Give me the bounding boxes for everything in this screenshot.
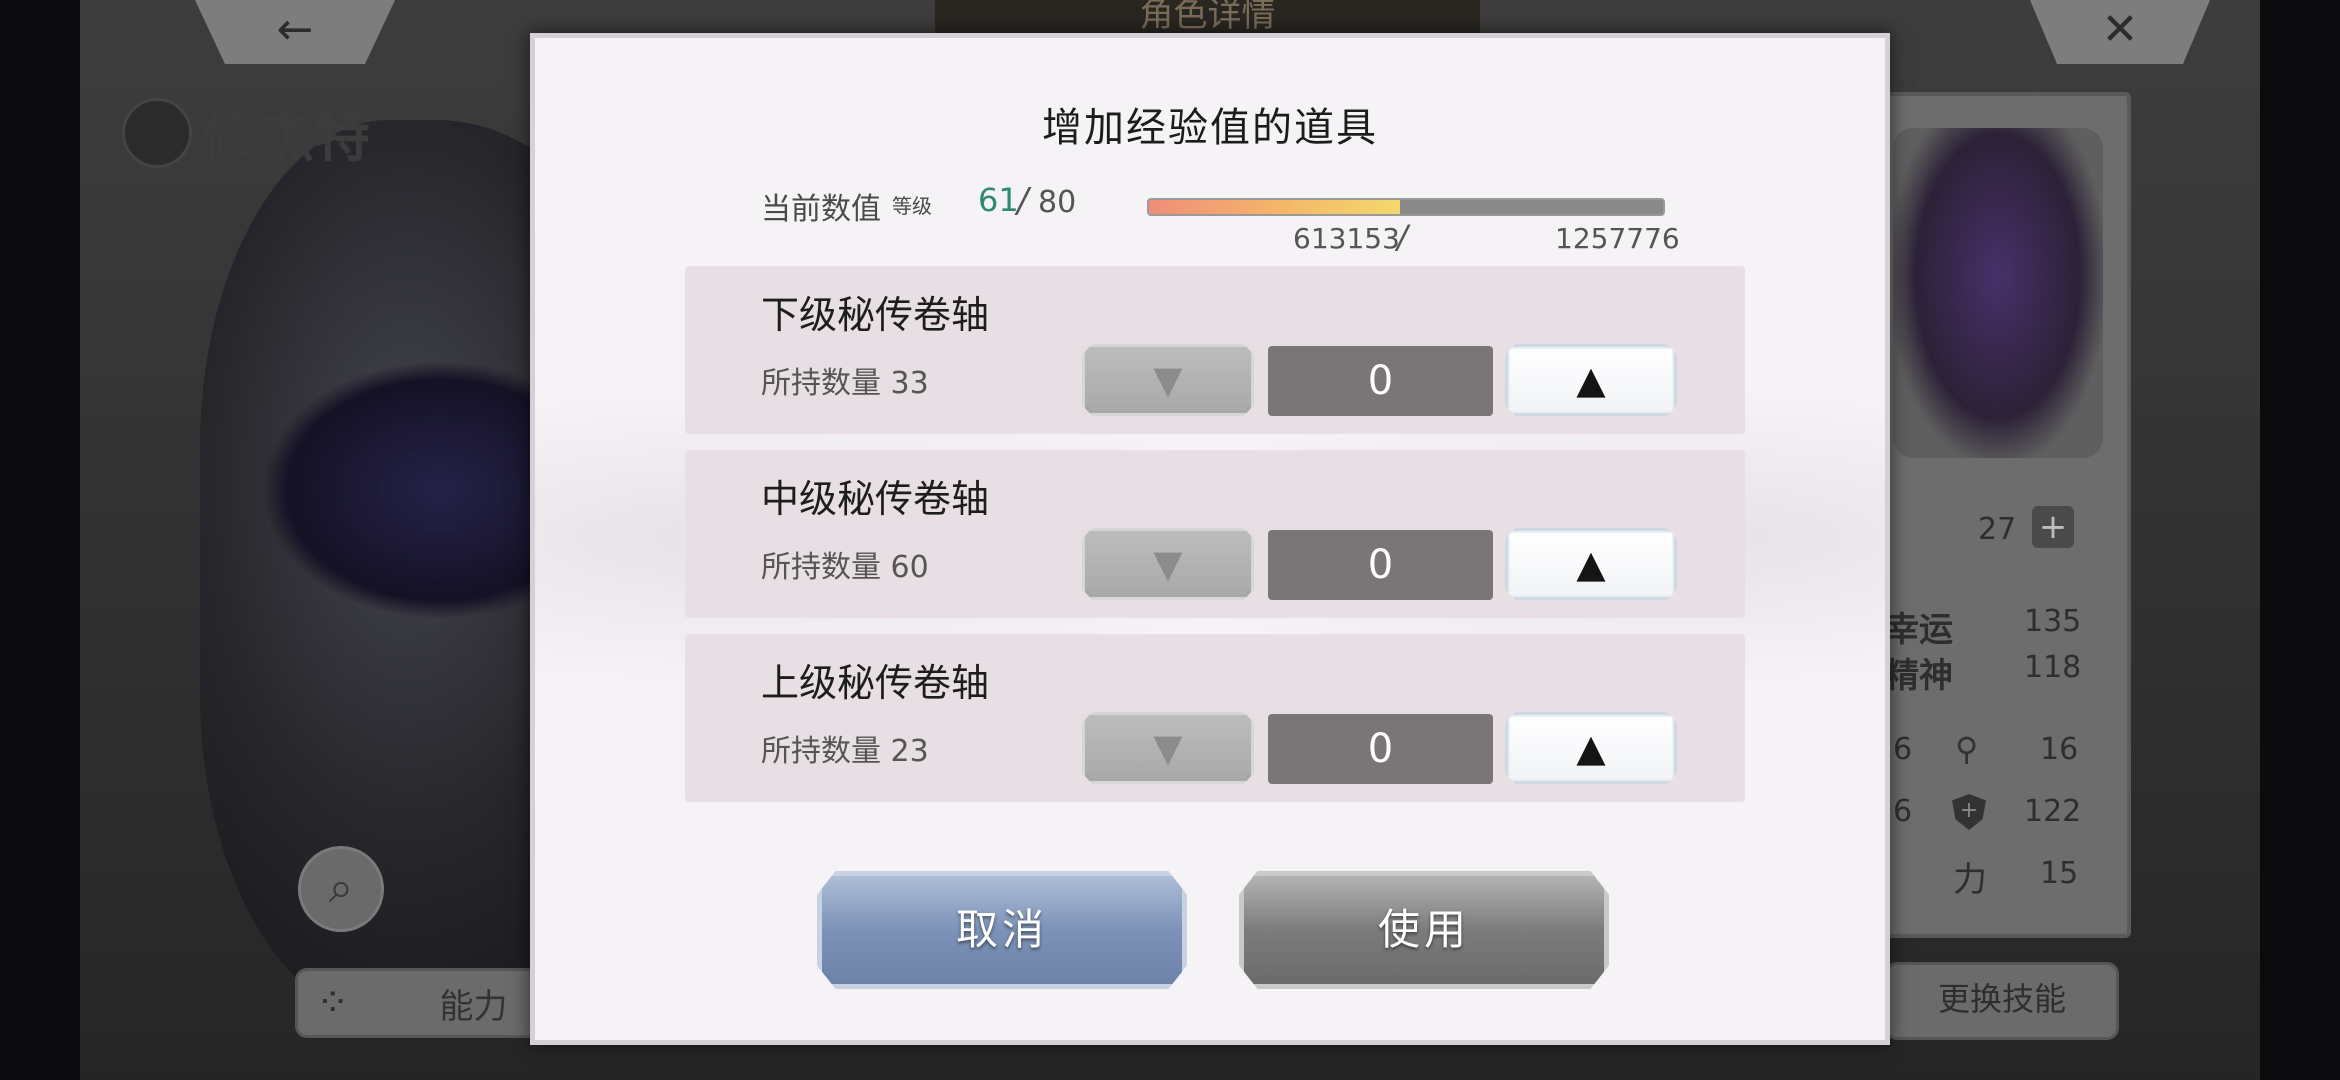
stat-left-value: 6 <box>1893 732 1913 767</box>
arrow-up-icon: ▲ <box>1576 542 1606 586</box>
change-skill-button[interactable]: 更换技能 <box>1885 962 2119 1040</box>
use-button[interactable]: 使用 <box>1239 871 1609 989</box>
level-label: 等级 <box>892 194 932 218</box>
increase-button[interactable]: ▲ <box>1505 528 1677 600</box>
item-owned-count: 所持数量 23 <box>761 734 929 769</box>
arrow-down-icon: ▼ <box>1153 726 1183 770</box>
item-name: 下级秘传卷轴 <box>761 293 990 337</box>
exp-max: 1257776 <box>1555 222 1680 255</box>
item-row-middle-scroll: 中级秘传卷轴 所持数量 60 ▼ 0 ▲ <box>685 450 1745 618</box>
ability-tab-label: 能力 <box>439 986 508 1027</box>
current-value-label: 当前数值 <box>761 192 881 227</box>
level-separator: / <box>1017 181 1029 221</box>
stat-left-value: 6 <box>1893 794 1913 829</box>
element-icon <box>122 97 192 168</box>
grid-icon: ⁘ <box>316 980 350 1026</box>
stat-value: 16 <box>2040 732 2079 767</box>
character-name: 修杰特 <box>202 105 370 170</box>
exp-separator: / <box>1397 218 1408 256</box>
cancel-button[interactable]: 取消 <box>817 871 1187 989</box>
item-name: 中级秘传卷轴 <box>761 477 990 521</box>
stat-value: 122 <box>2024 794 2082 829</box>
search-icon: ⌕ <box>328 862 354 913</box>
search-button[interactable]: ⌕ <box>298 846 384 932</box>
arrow-left-icon: ← <box>276 4 314 55</box>
exp-progress-fill <box>1149 200 1400 214</box>
stat-spirit-label: 精神 <box>1885 656 1953 696</box>
add-stat-button[interactable]: + <box>2032 506 2074 548</box>
item-name: 上级秘传卷轴 <box>761 661 990 705</box>
quantity-display: 0 <box>1268 530 1493 600</box>
item-owned-count: 所持数量 33 <box>761 366 929 401</box>
item-owned-count: 所持数量 60 <box>761 550 929 585</box>
increase-button[interactable]: ▲ <box>1505 712 1677 784</box>
close-icon: ✕ <box>2101 4 2139 55</box>
exp-current: 613153 <box>1293 222 1400 255</box>
max-level: 80 <box>1038 185 1077 220</box>
quantity-display: 0 <box>1268 346 1493 416</box>
stat-spirit-value: 118 <box>2024 650 2082 685</box>
character-name-header: 修杰特 <box>122 92 370 173</box>
stat-power-value: 15 <box>2040 856 2079 891</box>
back-button[interactable]: ← <box>195 0 395 64</box>
stat-luck-label: 幸运 <box>1885 610 1953 650</box>
key-icon: ⚲ <box>1955 730 1979 768</box>
plus-icon: + <box>2038 507 2068 547</box>
quantity-display: 0 <box>1268 714 1493 784</box>
close-button[interactable]: ✕ <box>2030 0 2210 64</box>
skill-point-value: 27 <box>1978 512 2017 547</box>
decrease-button[interactable]: ▼ <box>1082 528 1254 600</box>
exp-item-dialog: 增加经验值的道具 当前数值 等级 61 / 80 613153 / 125777… <box>530 33 1890 1045</box>
item-row-lower-scroll: 下级秘传卷轴 所持数量 33 ▼ 0 ▲ <box>685 266 1745 434</box>
screen-title: 角色详情 <box>935 0 1480 34</box>
arrow-down-icon: ▼ <box>1153 542 1183 586</box>
stat-luck-value: 135 <box>2024 604 2082 639</box>
dialog-title: 增加经验值的道具 <box>1042 105 1378 151</box>
stat-power-label: 力 <box>1953 860 1987 900</box>
item-row-upper-scroll: 上级秘传卷轴 所持数量 23 ▼ 0 ▲ <box>685 634 1745 802</box>
arrow-up-icon: ▲ <box>1576 358 1606 402</box>
character-portrait <box>1893 128 2103 458</box>
exp-progress-bar <box>1147 198 1665 216</box>
arrow-up-icon: ▲ <box>1576 726 1606 770</box>
increase-button[interactable]: ▲ <box>1505 344 1677 416</box>
arrow-down-icon: ▼ <box>1153 358 1183 402</box>
decrease-button[interactable]: ▼ <box>1082 712 1254 784</box>
decrease-button[interactable]: ▼ <box>1082 344 1254 416</box>
current-level: 61 <box>978 181 1019 219</box>
